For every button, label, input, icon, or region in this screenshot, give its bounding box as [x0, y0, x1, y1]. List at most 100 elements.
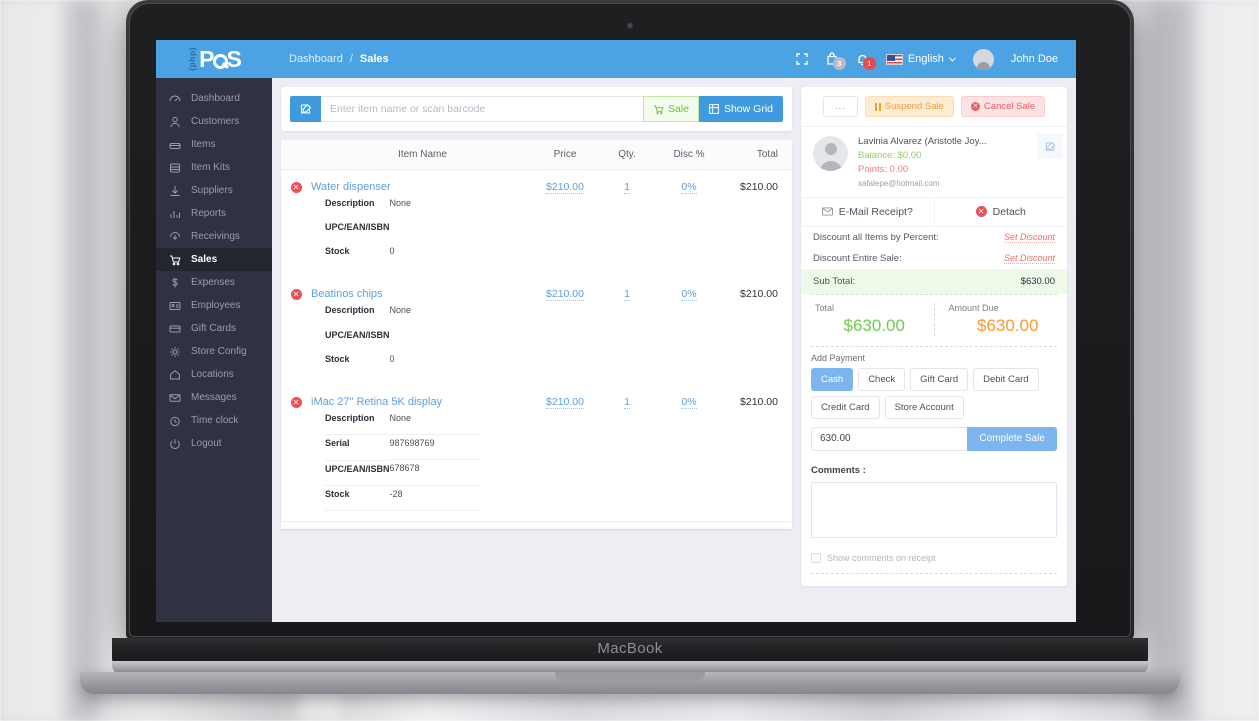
cancel-sale-button[interactable]: ✕ Cancel Sale [960, 96, 1046, 117]
sidebar-item-sales[interactable]: Sales [156, 248, 272, 271]
sale-button[interactable]: Sale [642, 96, 699, 122]
sidebar-label: Items [191, 139, 216, 150]
item-price-link[interactable]: $210.00 [546, 288, 584, 302]
th-disc: Disc % [658, 140, 720, 170]
sidebar-label: Reports [191, 208, 227, 219]
item-disc-link[interactable]: 0% [681, 288, 697, 302]
sidebar-item-customers[interactable]: Customers [156, 110, 272, 133]
customer-points: Points: 0.00 [858, 163, 909, 175]
delete-item-icon[interactable]: ✕ [290, 396, 302, 408]
suspend-sale-label: Suspend Sale [884, 101, 944, 112]
customer-info: Lavinia Alvarez (Aristotle Joy... Balanc… [801, 127, 1067, 197]
detail-key: UPC/EAN/ISBN [325, 222, 390, 233]
suspend-sale-button[interactable]: Suspend Sale [864, 96, 954, 117]
show-comments-row[interactable]: Show comments on receipt [811, 552, 1057, 563]
detach-button[interactable]: ✕ Detach [933, 197, 1068, 226]
item-name-cell: Water dispenser [311, 170, 534, 193]
sidebar-item-items[interactable]: Items [156, 133, 272, 156]
amount-due-block: Amount Due $630.00 [933, 302, 1068, 336]
sidebar-label: Dashboard [191, 93, 240, 104]
th-qty: Qty. [596, 140, 658, 170]
receivings-icon [168, 230, 181, 243]
sidebar: Dashboard Customers Items Item Kits Supp… [156, 78, 272, 622]
item-disc-cell: 0% [658, 385, 720, 409]
item-qty-link[interactable]: 1 [624, 181, 630, 194]
logo-php-text: (php) [187, 47, 198, 71]
language-selector[interactable]: English [885, 53, 956, 65]
payment-method-credit-card[interactable]: Credit Card [811, 395, 880, 419]
sidebar-item-store-config[interactable]: Store Config [156, 340, 272, 363]
cart-icon[interactable]: 3 [825, 52, 846, 70]
dashboard-icon [168, 92, 181, 105]
th-total: Total [720, 140, 792, 170]
app-logo[interactable]: (php) PS [156, 40, 272, 78]
item-detail-table: Description None UPC/EAN/ISBN Stock 0 [325, 302, 480, 374]
avatar[interactable] [972, 48, 994, 70]
sidebar-item-messages[interactable]: Messages [156, 386, 272, 409]
th-item-name: Item Name [311, 140, 534, 170]
sidebar-item-dashboard[interactable]: Dashboard [156, 87, 272, 110]
detail-row: Stock 0 [325, 351, 480, 375]
item-qty-link[interactable]: 1 [624, 288, 630, 302]
sidebar-item-expenses[interactable]: Expenses [156, 271, 272, 294]
customer-name[interactable]: Lavinia Alvarez (Aristotle Joy... [858, 136, 987, 147]
detail-value: None [389, 305, 412, 316]
payment-method-store-account[interactable]: Store Account [884, 395, 964, 419]
item-price-cell: $210.00 [534, 277, 596, 302]
fullscreen-icon[interactable] [796, 53, 808, 65]
detail-row: Stock -28 [325, 485, 480, 511]
edit-customer-icon[interactable] [1037, 133, 1063, 159]
delete-item-icon[interactable]: ✕ [290, 182, 302, 193]
payment-method-cash[interactable]: Cash [811, 367, 854, 391]
user-name[interactable]: John Doe [1011, 53, 1058, 65]
sidebar-item-locations[interactable]: Locations [156, 363, 272, 386]
item-name-link[interactable]: Water dispenser [311, 181, 391, 193]
email-receipt-button[interactable]: E-Mail Receipt? [801, 198, 934, 226]
item-kits-icon [168, 161, 181, 174]
item-name-link[interactable]: iMac 27" Retina 5K display [311, 396, 442, 408]
payment-method-debit-card[interactable]: Debit Card [973, 367, 1039, 391]
payment-method-check[interactable]: Check [858, 367, 906, 391]
sidebar-item-item-kits[interactable]: Item Kits [156, 156, 272, 179]
item-price-link[interactable]: $210.00 [546, 395, 584, 409]
cart-action-bar: ... Suspend Sale ✕ Cancel Sale [801, 87, 1067, 127]
notification-badge: 1 [862, 56, 876, 70]
more-options-button[interactable]: ... [822, 96, 858, 117]
payment-method-gift-card[interactable]: Gift Card [910, 367, 969, 391]
set-discount-sale-link[interactable]: Set Discount [1003, 253, 1055, 264]
table-header-row: Item Name Price Qty. Disc % Total [281, 140, 792, 170]
search-input[interactable] [321, 96, 643, 122]
delete-cell: ✕ [281, 385, 311, 408]
payment-amount-input[interactable] [811, 426, 968, 451]
set-discount-items-link[interactable]: Set Discount [1003, 232, 1055, 243]
show-grid-button[interactable]: Show Grid [698, 96, 783, 122]
show-comments-checkbox[interactable] [811, 552, 821, 563]
navbar-actions: 3 1 English John Doe [796, 48, 1076, 70]
detail-row: UPC/EAN/ISBN 678678 [325, 460, 480, 486]
background-shadow [1150, 0, 1190, 721]
sales-icon [168, 253, 181, 266]
sidebar-item-gift-cards[interactable]: Gift Cards [156, 317, 272, 340]
item-qty-cell: 1 [596, 385, 658, 409]
sidebar-item-suppliers[interactable]: Suppliers [156, 179, 272, 202]
breadcrumb-dashboard[interactable]: Dashboard [289, 53, 343, 65]
pause-icon [874, 102, 881, 111]
sidebar-label: Receivings [191, 231, 240, 242]
item-disc-link[interactable]: 0% [681, 181, 697, 194]
item-qty-link[interactable]: 1 [624, 395, 630, 409]
comments-textarea[interactable] [811, 481, 1057, 538]
item-disc-link[interactable]: 0% [681, 395, 697, 409]
sidebar-item-logout[interactable]: Logout [156, 432, 272, 455]
item-name-link[interactable]: Beatinos chips [311, 288, 383, 300]
item-price-link[interactable]: $210.00 [546, 181, 584, 194]
sidebar-item-receivings[interactable]: Receivings [156, 225, 272, 248]
complete-sale-button[interactable]: Complete Sale [967, 426, 1057, 451]
sidebar-item-reports[interactable]: Reports [156, 202, 272, 225]
edit-icon[interactable] [290, 96, 321, 122]
bell-icon[interactable]: 1 [856, 53, 876, 70]
sidebar-item-time-clock[interactable]: Time clock [156, 409, 272, 432]
delete-item-icon[interactable]: ✕ [290, 289, 302, 301]
items-icon [168, 138, 181, 151]
sidebar-item-employees[interactable]: Employees [156, 294, 272, 317]
comments-section: Comments : Show comments on receipt [801, 461, 1067, 573]
